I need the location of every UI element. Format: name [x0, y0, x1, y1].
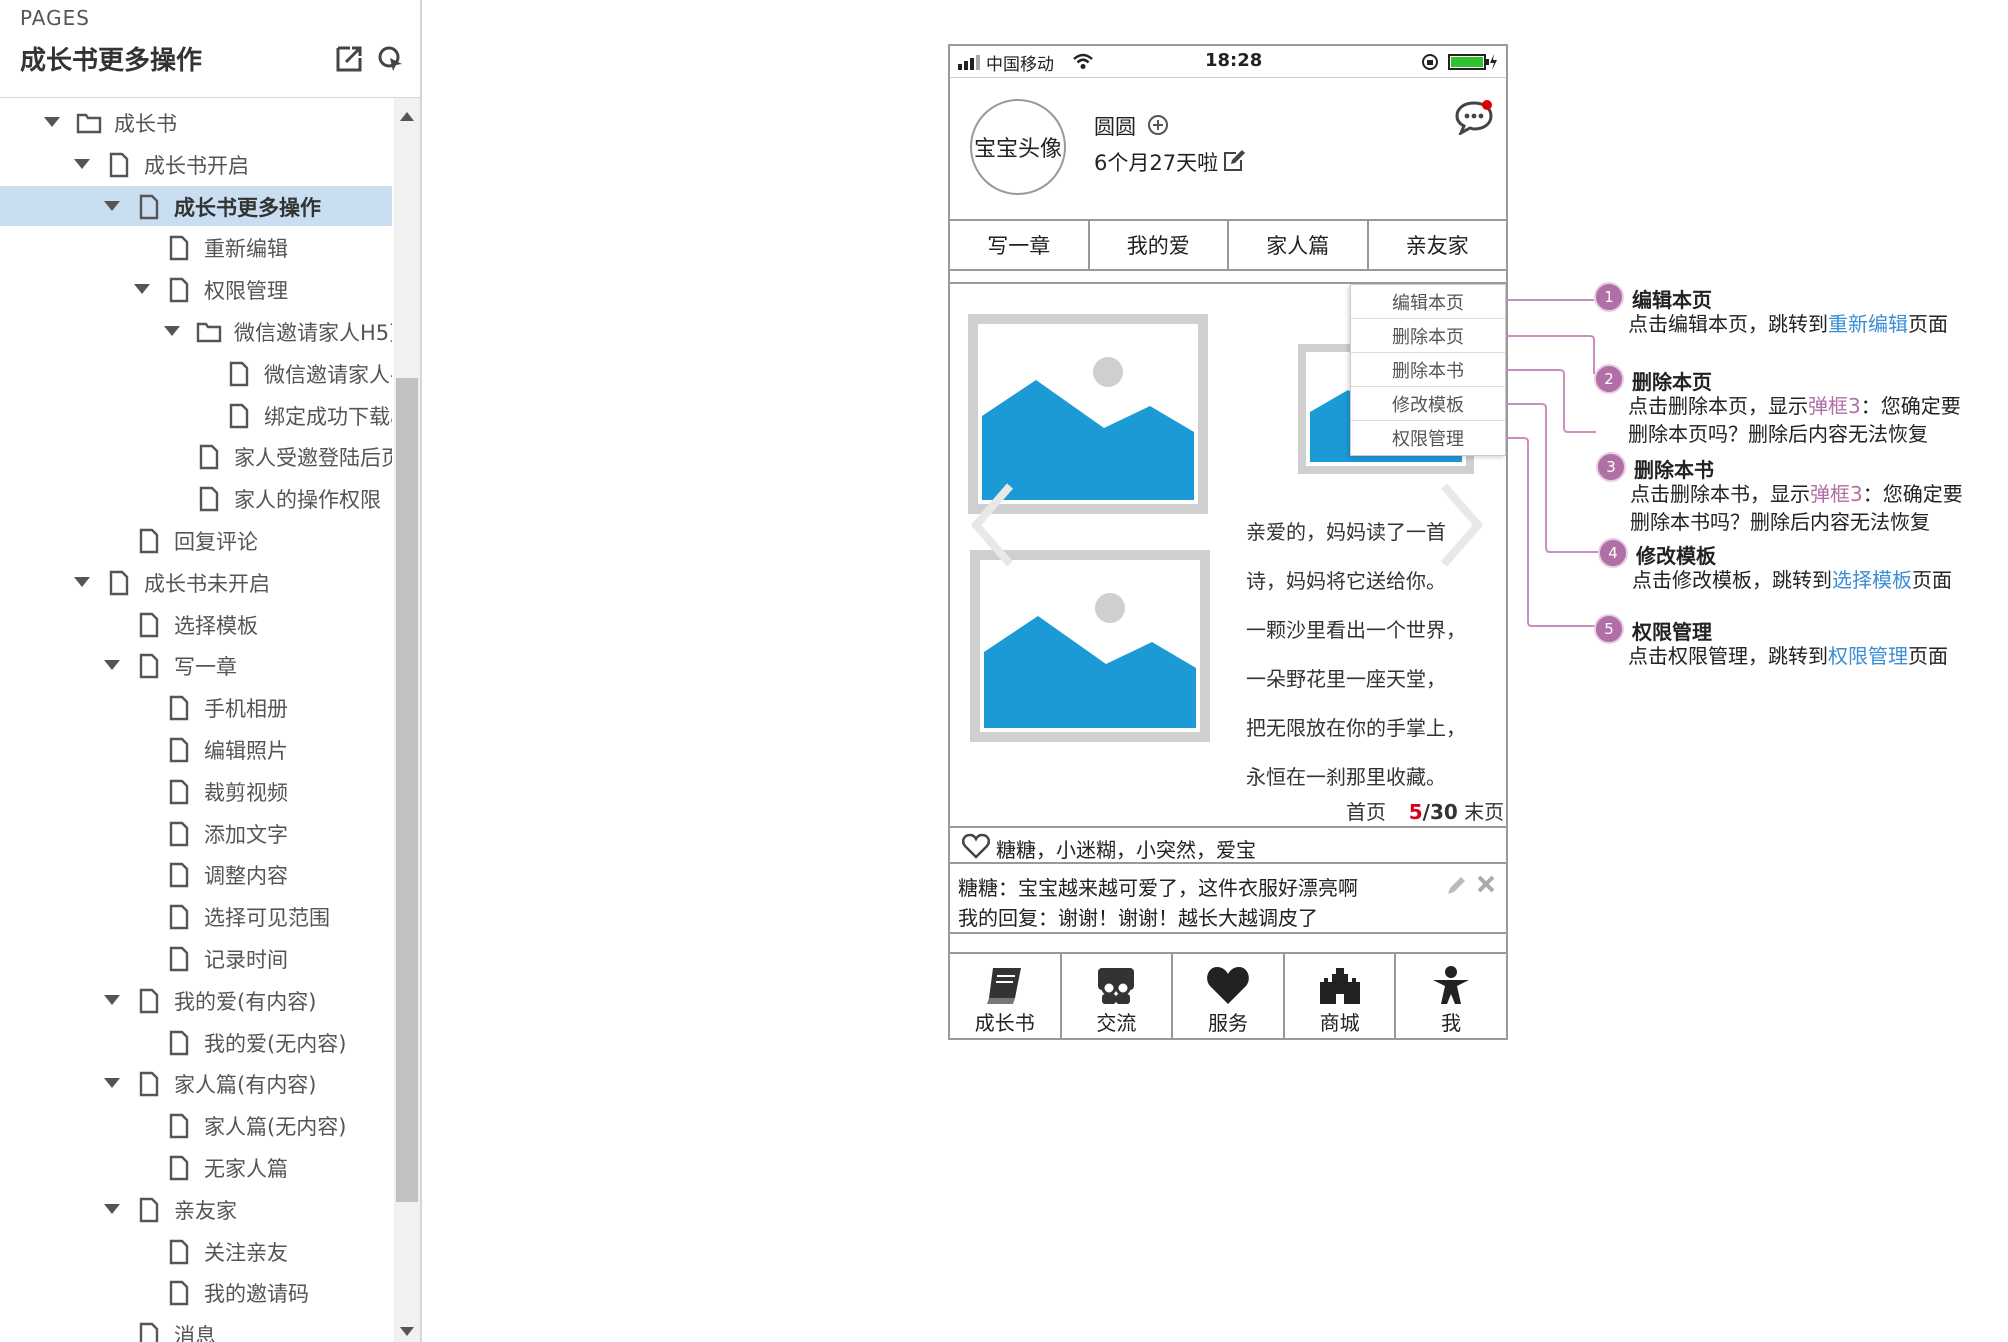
annotation-link[interactable]: 权限管理	[1828, 644, 1908, 668]
annotation-link[interactable]: 弹框3	[1808, 394, 1861, 418]
annotation-link[interactable]: 弹框3	[1810, 482, 1863, 506]
annotation-title: 编辑本页	[1632, 288, 1712, 312]
annotation-desc: 点击删除本书，显示弹框3：您确定要删除本书吗？删除后内容无法恢复	[1630, 482, 1963, 534]
annotation-desc: 点击权限管理，跳转到权限管理页面	[1628, 644, 1948, 668]
annotation-badge: 1	[1594, 282, 1624, 312]
annotation-badge: 4	[1598, 538, 1628, 568]
annotation-desc: 点击修改模板，跳转到选择模板页面	[1632, 568, 1952, 592]
annotation-link[interactable]: 重新编辑	[1828, 312, 1908, 336]
annotation-link[interactable]: 选择模板	[1832, 568, 1912, 592]
annotation-connectors	[1506, 299, 1598, 627]
annotation-badge: 3	[1596, 452, 1626, 482]
annotation-title: 修改模板	[1636, 544, 1716, 568]
annotation-title: 删除本书	[1634, 458, 1714, 482]
annotation-desc: 点击删除本页，显示弹框3：您确定要删除本页吗？删除后内容无法恢复	[1628, 394, 1961, 446]
annotation-title: 权限管理	[1632, 620, 1712, 644]
annotation-desc: 点击编辑本页，跳转到重新编辑页面	[1628, 312, 1948, 336]
annotation-badge: 2	[1594, 364, 1624, 394]
annotation-title: 删除本页	[1632, 370, 1712, 394]
annotation-badge: 5	[1594, 614, 1624, 644]
